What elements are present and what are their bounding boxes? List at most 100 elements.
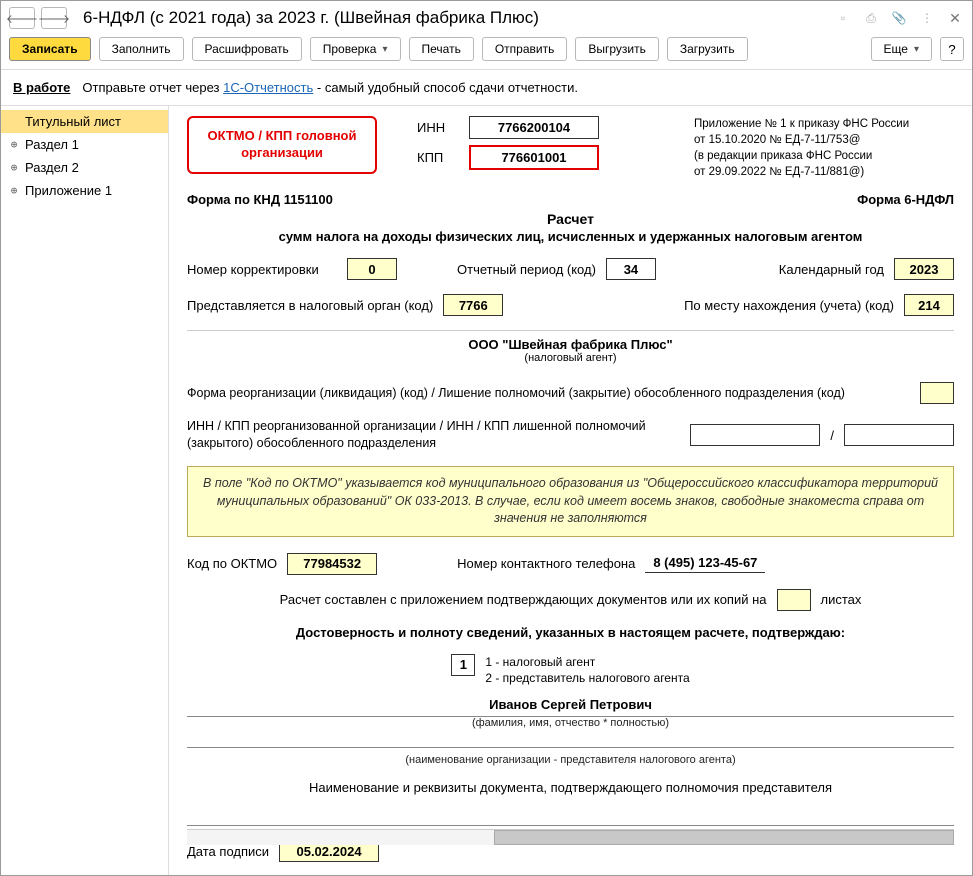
sidebar: Титульный лист ⊕ Раздел 1 ⊕ Раздел 2 ⊕ П…	[1, 106, 169, 875]
app-window: 🡐 🡒 6-НДФЛ (с 2021 года) за 2023 г. (Шве…	[0, 0, 973, 876]
window-title: 6-НДФЛ (с 2021 года) за 2023 г. (Швейная…	[83, 8, 828, 28]
nav-forward-button[interactable]: 🡒	[41, 7, 67, 29]
tax-auth-input[interactable]: 7766	[443, 294, 503, 316]
expand-icon: ⊕	[9, 140, 19, 150]
close-icon[interactable]: ✕	[946, 9, 964, 27]
sidebar-label: Раздел 1	[25, 137, 79, 152]
period-value[interactable]: 34	[606, 258, 656, 280]
signer-name[interactable]: Иванов Сергей Петрович	[187, 697, 954, 717]
nav-back-button[interactable]: 🡐	[9, 7, 35, 29]
sidebar-item-appendix-1[interactable]: ⊕ Приложение 1	[1, 179, 168, 202]
caret-icon: ▾	[914, 44, 919, 55]
menu-icon[interactable]: ⋮	[918, 9, 936, 27]
oktmo-hint: В поле "Код по ОКТМО" указывается код му…	[187, 466, 954, 537]
corr-input[interactable]: 0	[347, 258, 397, 280]
reporting-link[interactable]: 1С-Отчетность	[223, 80, 313, 95]
info-before: Отправьте отчет через	[82, 80, 223, 95]
divider	[187, 747, 954, 748]
confirm-row: 1 1 - налоговый агент 2 - представитель …	[187, 654, 954, 688]
confirm-title: Достоверность и полноту сведений, указан…	[187, 625, 954, 640]
reorg-label: Форма реорганизации (ликвидация) (код) /…	[187, 385, 910, 402]
app-info-l1: Приложение № 1 к приказу ФНС России	[694, 116, 954, 132]
sidebar-item-section-1[interactable]: ⊕ Раздел 1	[1, 133, 168, 156]
infobar: В работе Отправьте отчет через 1С-Отчетн…	[1, 70, 972, 105]
check-button[interactable]: Проверка ▾	[310, 37, 401, 61]
reorg-inn-label: ИНН / КПП реорганизованной организации /…	[187, 418, 680, 452]
send-button[interactable]: Отправить	[482, 37, 568, 61]
inn-label: ИНН	[417, 120, 457, 135]
attach-right: листах	[821, 592, 862, 607]
inn-value[interactable]: 7766200104	[469, 116, 599, 139]
location-input[interactable]: 214	[904, 294, 954, 316]
attach-pages-input[interactable]	[777, 589, 811, 611]
expand-icon: ⊕	[9, 163, 19, 173]
appendix-info: Приложение № 1 к приказу ФНС России от 1…	[694, 116, 954, 180]
form-area[interactable]: ОКТМО / КПП головной организации ИНН 776…	[169, 106, 972, 875]
reorg-code-input[interactable]	[920, 382, 954, 404]
phone-label: Номер контактного телефона	[457, 556, 635, 571]
attach-row: Расчет составлен с приложением подтвержд…	[187, 589, 954, 611]
confirm-opt1: 1 - налоговый агент	[485, 654, 689, 671]
main-subtitle: сумм налога на доходы физических лиц, ис…	[187, 229, 954, 244]
print-button[interactable]: Печать	[409, 37, 474, 61]
title-icons: ▫ ⎙ 📎 ⋮ ✕	[834, 9, 964, 27]
caret-icon: ▾	[382, 44, 387, 55]
more-button[interactable]: Еще ▾	[871, 37, 932, 61]
save-button[interactable]: Записать	[9, 37, 91, 61]
info-text: Отправьте отчет через 1С-Отчетность - са…	[82, 80, 578, 95]
correction-row: Номер корректировки 0 Отчетный период (к…	[187, 258, 954, 280]
app-info-l2: от 15.10.2020 № ЕД-7-11/753@	[694, 132, 954, 148]
knd-row: Форма по КНД 1151100 Форма 6-НДФЛ	[187, 192, 954, 207]
id-block: ИНН 7766200104 КПП 776601001	[417, 116, 599, 170]
year-input[interactable]: 2023	[894, 258, 954, 280]
year-label: Календарный год	[779, 262, 884, 277]
check-label: Проверка	[323, 42, 377, 56]
body: Титульный лист ⊕ Раздел 1 ⊕ Раздел 2 ⊕ П…	[1, 105, 972, 875]
sidebar-label: Раздел 2	[25, 160, 79, 175]
status-label[interactable]: В работе	[13, 80, 70, 95]
app-info-l3: (в редакции приказа ФНС России	[694, 148, 954, 164]
fill-button[interactable]: Заполнить	[99, 37, 184, 61]
print-icon[interactable]: ⎙	[862, 9, 880, 27]
sidebar-item-section-2[interactable]: ⊕ Раздел 2	[1, 156, 168, 179]
reorg-inn-input[interactable]	[690, 424, 820, 446]
oktmo-kpp-hint: ОКТМО / КПП головной организации	[187, 116, 377, 174]
kpp-value[interactable]: 776601001	[469, 145, 599, 170]
import-button[interactable]: Загрузить	[667, 37, 748, 61]
attach-icon[interactable]: 📎	[890, 9, 908, 27]
sidebar-item-title-page[interactable]: Титульный лист	[1, 110, 168, 133]
save-icon[interactable]: ▫	[834, 9, 852, 27]
header-row: ОКТМО / КПП головной организации ИНН 776…	[187, 116, 954, 180]
reorg-inn-row: ИНН / КПП реорганизованной организации /…	[187, 418, 954, 452]
decode-button[interactable]: Расшифровать	[192, 37, 302, 61]
period-label: Отчетный период (код)	[457, 262, 596, 277]
corr-label: Номер корректировки	[187, 262, 337, 277]
tax-auth-label: Представляется в налоговый орган (код)	[187, 298, 433, 313]
oktmo-label: Код по ОКТМО	[187, 556, 277, 571]
divider	[187, 825, 954, 826]
export-button[interactable]: Выгрузить	[575, 37, 659, 61]
help-button[interactable]: ?	[940, 37, 964, 61]
reorg-kpp-input[interactable]	[844, 424, 954, 446]
more-label: Еще	[884, 42, 908, 56]
sidebar-label: Титульный лист	[25, 114, 121, 129]
rep-org-sub: (наименование организации - представител…	[187, 754, 954, 766]
expand-icon: ⊕	[9, 186, 19, 196]
oktmo-input[interactable]: 77984532	[287, 553, 377, 575]
doc-title: Наименование и реквизиты документа, подт…	[187, 780, 954, 795]
phone-value[interactable]: 8 (495) 123-45-67	[645, 555, 765, 573]
org-name: ООО "Швейная фабрика Плюс"	[187, 330, 954, 352]
app-info-l4: от 29.09.2022 № ЕД-7-11/881@)	[694, 164, 954, 180]
oktmo-row: Код по ОКТМО 77984532 Номер контактного …	[187, 553, 954, 575]
info-after: - самый удобный способ сдачи отчетности.	[313, 80, 578, 95]
slash: /	[830, 428, 834, 443]
confirm-code[interactable]: 1	[451, 654, 475, 676]
horizontal-scrollbar[interactable]	[187, 829, 954, 845]
main-title: Расчет	[187, 211, 954, 227]
signer-sub: (фамилия, имя, отчество * полностью)	[187, 717, 954, 729]
toolbar: Записать Заполнить Расшифровать Проверка…	[1, 33, 972, 70]
sidebar-label: Приложение 1	[25, 183, 112, 198]
tax-auth-row: Представляется в налоговый орган (код) 7…	[187, 294, 954, 316]
scrollbar-thumb[interactable]	[494, 830, 954, 845]
reorg-row: Форма реорганизации (ликвидация) (код) /…	[187, 382, 954, 404]
